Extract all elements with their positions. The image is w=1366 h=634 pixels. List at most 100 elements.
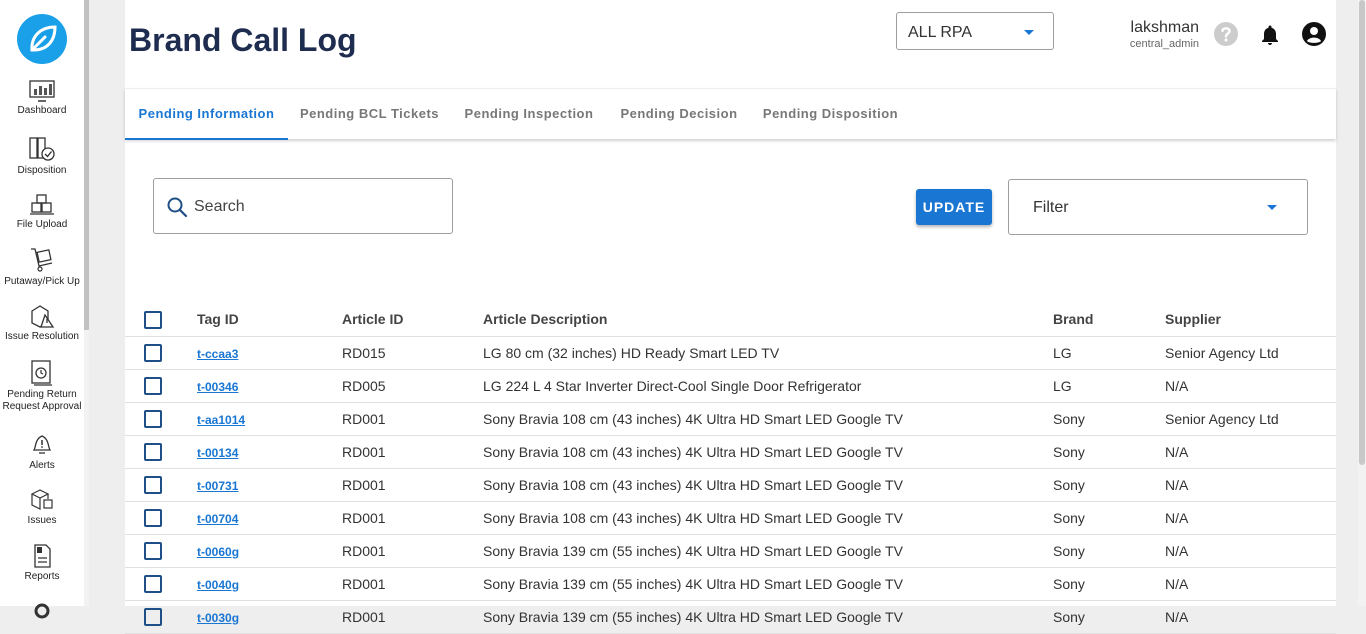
article-id-cell: RD001 [342,510,386,526]
tag-id-link[interactable]: t-0030g [197,611,239,625]
row-checkbox[interactable] [144,344,162,362]
sidebar-item-alerts[interactable]: Alerts [0,430,84,472]
supplier-cell: Senior Agency Ltd [1165,411,1279,427]
tag-id-link[interactable]: t-ccaa3 [197,347,238,361]
sidebar-item-settings[interactable] [0,598,84,624]
column-header-tag-id[interactable]: Tag ID [197,302,239,336]
filter-select[interactable]: Filter [1008,179,1308,235]
table-row: t-aa1014 RD001 Sony Bravia 108 cm (43 in… [125,403,1336,436]
sidebar-item-putaway[interactable]: Putaway/Pick Up [0,246,84,288]
tab-bar: Pending Information Pending BCL Tickets … [125,88,1336,140]
tag-id-link[interactable]: t-00704 [197,512,238,526]
supplier-cell: N/A [1165,510,1189,526]
page-title: Brand Call Log [129,22,357,58]
tag-id-link[interactable]: t-0040g [197,578,239,592]
row-checkbox[interactable] [144,410,162,428]
row-checkbox[interactable] [144,377,162,395]
sidebar-item-file-upload[interactable]: File Upload [0,193,84,231]
article-description-cell: Sony Bravia 139 cm (55 inches) 4K Ultra … [483,543,903,559]
file-upload-icon [30,194,54,215]
column-header-article-description[interactable]: Article Description [483,302,607,336]
filter-select-label: Filter [1033,199,1069,216]
sidebar-scrollbar[interactable] [84,0,89,606]
article-id-cell: RD001 [342,543,386,559]
table-header-row: Tag ID Article ID Article Description Br… [125,302,1336,337]
help-icon[interactable] [1213,21,1239,47]
tag-id-link[interactable]: t-aa1014 [197,413,245,427]
table-row: t-00704 RD001 Sony Bravia 108 cm (43 inc… [125,502,1336,535]
reports-icon [34,544,51,568]
sidebar-item-label: Disposition [17,165,67,176]
tab-pending-inspection[interactable]: Pending Inspection [455,89,603,138]
table-row: t-ccaa3 RD015 LG 80 cm (32 inches) HD Re… [125,337,1336,370]
dashboard-icon [29,80,55,102]
sidebar-item-reports[interactable]: Reports [0,543,84,583]
account-circle-icon[interactable] [1301,21,1327,47]
article-description-cell: LG 224 L 4 Star Inverter Direct-Cool Sin… [483,378,862,394]
article-description-cell: Sony Bravia 139 cm (55 inches) 4K Ultra … [483,576,903,592]
table-row: t-0040g RD001 Sony Bravia 139 cm (55 inc… [125,568,1336,601]
article-id-cell: RD001 [342,576,386,592]
sidebar-item-label: Dashboard [17,105,67,116]
tab-pending-decision[interactable]: Pending Decision [611,89,747,138]
search-input[interactable] [192,195,436,219]
brand-cell: LG [1053,345,1072,361]
tab-pending-information[interactable]: Pending Information [125,89,288,140]
brand-cell: Sony [1053,543,1085,559]
table-row: t-00134 RD001 Sony Bravia 108 cm (43 inc… [125,436,1336,469]
issue-resolution-icon [31,305,55,328]
sidebar-item-label: File Upload [16,219,68,230]
sidebar-item-dashboard[interactable]: Dashboard [0,79,84,117]
user-role: central_admin [1129,38,1199,50]
sidebar-item-issue-resolution[interactable]: Issue Resolution [0,303,84,343]
tab-pending-bcl-tickets[interactable]: Pending BCL Tickets [292,89,447,138]
row-checkbox[interactable] [144,608,162,626]
supplier-cell: N/A [1165,378,1189,394]
article-description-cell: Sony Bravia 108 cm (43 inches) 4K Ultra … [483,477,903,493]
chevron-down-icon [1024,30,1034,35]
supplier-cell: N/A [1165,444,1189,460]
brand-cell: Sony [1053,576,1085,592]
sidebar: Dashboard Disposition File Upload Putawa… [0,0,84,619]
article-id-cell: RD001 [342,411,386,427]
select-all-checkbox[interactable] [144,311,162,329]
tab-pending-disposition[interactable]: Pending Disposition [755,89,906,138]
tag-id-link[interactable]: t-00134 [197,446,238,460]
tag-id-link[interactable]: t-00731 [197,479,238,493]
notification-bell-icon[interactable] [1258,23,1282,47]
sidebar-item-disposition[interactable]: Disposition [0,135,84,177]
brand-cell: Sony [1053,411,1085,427]
column-header-article-id[interactable]: Article ID [342,302,403,336]
table-row: t-0060g RD001 Sony Bravia 139 cm (55 inc… [125,535,1336,568]
rpa-select-value: ALL RPA [908,24,973,41]
rpa-select[interactable]: ALL RPA [896,12,1054,50]
main-panel: Brand Call Log ALL RPA lakshman central_… [125,0,1336,634]
sidebar-item-label: Alerts [29,460,55,471]
sidebar-item-issues[interactable]: Issues [0,487,84,527]
row-checkbox[interactable] [144,575,162,593]
sidebar-item-pending-return[interactable]: Pending Return Request Approval [0,359,84,413]
user-name: lakshman [1130,19,1199,36]
brand-cell: Sony [1053,444,1085,460]
page-scrollbar[interactable] [1358,0,1366,606]
data-table: Tag ID Article ID Article Description Br… [125,302,1336,634]
alert-bell-icon [32,435,52,454]
sidebar-item-label: Putaway/Pick Up [4,276,80,287]
tag-id-link[interactable]: t-00346 [197,380,238,394]
chevron-down-icon [1267,205,1277,210]
row-checkbox[interactable] [144,476,162,494]
tag-id-link[interactable]: t-0060g [197,545,239,559]
update-button[interactable]: UPDATE [916,189,992,225]
putaway-cart-icon [31,248,53,272]
article-id-cell: RD001 [342,444,386,460]
article-description-cell: LG 80 cm (32 inches) HD Ready Smart LED … [483,345,780,361]
row-checkbox[interactable] [144,542,162,560]
app-logo[interactable] [17,14,67,64]
page-scrollbar-thumb[interactable] [1359,0,1365,465]
sidebar-scrollbar-thumb[interactable] [84,0,89,330]
column-header-supplier[interactable]: Supplier [1165,302,1221,336]
search-icon [167,197,188,218]
row-checkbox[interactable] [144,509,162,527]
row-checkbox[interactable] [144,443,162,461]
column-header-brand[interactable]: Brand [1053,302,1093,336]
